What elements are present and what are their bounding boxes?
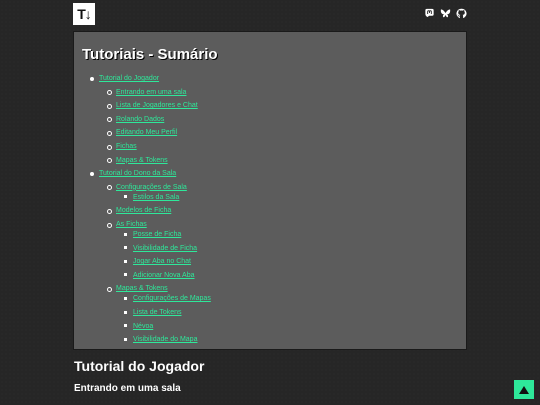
toc-item-level-1[interactable]: Tutorial do Jogador [89,74,159,83]
toc-item-level-3[interactable]: Visibilidade de Ficha [123,244,197,253]
toc-title: Tutoriais - Sumário [82,46,218,63]
github-icon[interactable] [456,8,467,19]
toc-link[interactable]: Lista de Tokens [133,309,182,316]
toc-link[interactable]: Adicionar Nova Aba [133,272,194,279]
mastodon-icon[interactable] [424,8,435,19]
toc-link[interactable]: Tutorial do Jogador [99,75,159,82]
toc-link[interactable]: Configurações de Sala [116,184,187,191]
toc-link[interactable]: Entrando em uma sala [116,89,186,96]
toc-link[interactable]: Rolando Dados [116,116,164,123]
toc-link[interactable]: Editando Meu Perfil [116,129,177,136]
toc-item-level-2[interactable]: Configurações de Sala [107,183,187,192]
toc-link[interactable]: Tutorial do Dono da Sala [99,170,176,177]
toc-item-level-3[interactable]: Estilos da Sala [123,193,179,202]
toc-link[interactable]: Mapas & Tokens [116,157,168,164]
toc-link[interactable]: Névoa [133,323,153,330]
toc-item-level-3[interactable]: Névoa [123,322,153,331]
toc-link[interactable]: Mapas & Tokens [116,285,168,292]
toc-item-level-3[interactable]: Jogar Aba no Chat [124,257,191,266]
table-of-contents: Tutoriais - Sumário Tutorial do Jogador E… [73,31,467,350]
toc-link[interactable]: Modelos de Ficha [116,207,171,214]
subsection-title: Entrando em uma sala [74,383,181,394]
toc-item-level-3[interactable]: Adicionar Nova Aba [123,271,194,280]
toc-item-level-3[interactable]: Lista de Tokens [124,308,182,317]
toc-link[interactable]: Posse de Ficha [133,231,181,238]
arrow-up-icon [519,385,529,394]
toc-item-level-2[interactable]: Entrando em uma sala [106,88,186,97]
toc-item-level-3[interactable]: Visibilidade do Mapa [123,335,197,344]
toc-item-level-2[interactable]: Modelos de Ficha [106,206,171,215]
toc-item-level-2[interactable]: Mapas & Tokens [107,156,168,165]
toc-link[interactable]: Visibilidade do Mapa [133,336,197,343]
toc-item-level-2[interactable]: Rolando Dados [106,115,164,124]
site-logo[interactable]: T↓ [73,3,95,25]
top-bar: T↓ [73,3,467,25]
toc-link[interactable]: Jogar Aba no Chat [133,258,191,265]
toc-item-level-2[interactable]: As Fichas [107,220,147,229]
toc-item-level-3[interactable]: Configurações de Mapas [124,294,211,303]
toc-item-level-3[interactable]: Posse de Ficha [123,230,181,239]
toc-item-level-2[interactable]: Lista de Jogadores e Chat [107,101,198,110]
toc-link[interactable]: Visibilidade de Ficha [133,245,197,252]
bluesky-icon[interactable] [440,8,451,19]
toc-link[interactable]: Configurações de Mapas [133,295,211,302]
section-title: Tutorial do Jogador [74,358,205,374]
toc-item-level-1[interactable]: Tutorial do Dono da Sala [89,169,176,178]
toc-item-level-2[interactable]: Mapas & Tokens [107,284,168,293]
toc-item-level-2[interactable]: Editando Meu Perfil [106,128,177,137]
toc-item-level-2[interactable]: Fichas [107,142,137,151]
toc-link[interactable]: Fichas [116,143,137,150]
scroll-to-top-button[interactable] [514,380,534,399]
toc-link[interactable]: As Fichas [116,221,147,228]
social-links [424,8,467,19]
toc-link[interactable]: Estilos da Sala [133,194,179,201]
toc-link[interactable]: Lista de Jogadores e Chat [116,102,198,109]
